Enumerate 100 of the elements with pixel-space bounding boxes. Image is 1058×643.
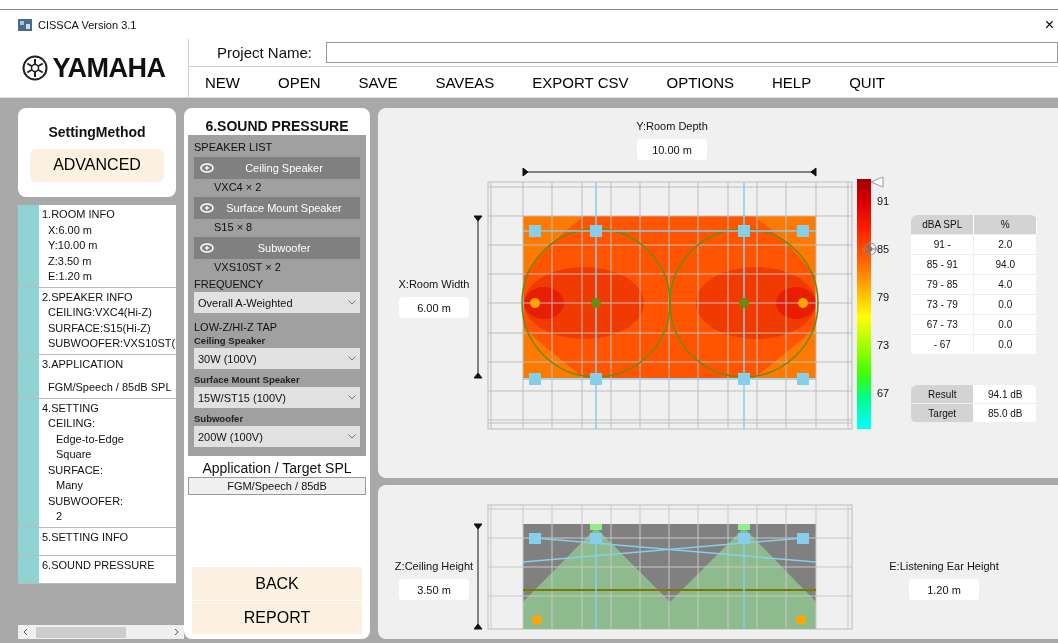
section-label: SPEAKER LIST [194,141,274,153]
speaker-marker[interactable] [738,225,750,237]
step-detail: Y:10.00 m [47,238,99,253]
dimension-field[interactable]: 1.20 m [909,579,979,600]
scrollbar-thumb[interactable] [36,626,126,638]
center-dot [591,298,601,308]
scroll-right-icon[interactable] [172,628,180,636]
subwoofer-dot[interactable] [530,298,540,308]
speaker-marker[interactable] [529,225,541,237]
scale-tick-label: 73 [877,338,890,353]
speaker-marker[interactable] [738,373,750,385]
ceiling-speaker-marker[interactable] [738,524,750,530]
step-detail: FGM/Speech / 85dB SPL [47,380,172,395]
table-cell: 85.0 dB [974,404,1038,422]
speaker-count: VXS10ST × 2 [213,261,282,273]
tap-dropdown[interactable]: 30W (100V) [194,348,360,369]
menu-item[interactable]: HELP [764,71,820,93]
menu-item[interactable]: EXPORT CSV [524,71,637,93]
speaker-marker[interactable] [590,225,602,237]
scale-tick-label: 79 [877,290,890,305]
speaker-marker[interactable] [590,373,602,385]
tap-label: Subwoofer [194,413,245,424]
dimension-label: Y:Room Depth [636,120,708,132]
speaker-marker[interactable] [529,373,541,385]
step-detail: Z:3.50 m [47,253,93,269]
speaker-marker[interactable] [797,373,809,385]
menu-item[interactable]: OPEN [270,71,329,93]
scale-tick-label: 67 [877,386,890,401]
action-button[interactable]: REPORT [192,601,362,634]
frequency-dropdown[interactable]: Overall A-Weighted [194,292,360,313]
step-detail: SUBWOOFER:VXS10ST( [47,336,176,351]
step-detail: 2 [55,509,64,524]
step-detail: Many [55,478,84,493]
tap-dropdown[interactable]: 15W/ST15 (100V) [194,387,360,408]
speaker-marker[interactable] [529,533,541,544]
speaker-toggle[interactable]: Surface Mount Speaker [194,197,360,219]
eye-icon [200,243,214,253]
row-header: Target [911,404,975,422]
dimension-field[interactable]: 6.00 m [399,297,469,318]
brand-logo: YAMAHA [52,52,166,84]
subwoofer-dot[interactable] [796,615,806,625]
dimension-label: X:Room Width [398,278,470,290]
menu-item[interactable]: NEW [197,71,248,93]
setting-method-button[interactable]: ADVANCED [30,148,164,182]
chevron-down-icon [348,434,356,439]
step-title[interactable]: 5.SETTING INFO [42,529,129,545]
window-title: CISSCA Version 3.1 [38,18,137,31]
eye-icon [200,163,214,173]
row-header: Result [911,385,975,403]
step-title[interactable]: 3.APPLICATION [42,356,172,372]
step-detail: SUBWOOFER: [47,493,124,509]
step-detail: SURFACE: [47,462,104,478]
menu-item[interactable]: SAVE [350,71,406,93]
panel-title: 6.SOUND PRESSURE [205,118,349,134]
crosshair-icon[interactable] [862,241,878,257]
subwoofer-dot[interactable] [532,615,542,625]
section-label: FREQUENCY [194,278,265,290]
speaker-marker[interactable] [738,533,750,544]
app-icon [18,18,32,31]
speaker-marker[interactable] [590,533,602,544]
step-title[interactable]: 1.ROOM INFO [42,207,115,223]
step-detail: Square [55,447,93,462]
step-detail: SURFACE:S15(Hi-Z) [47,320,152,336]
step-detail: Edge-to-Edge [55,431,124,447]
scroll-left-icon[interactable] [22,628,30,636]
menu-item[interactable]: SAVEAS [427,71,503,93]
setting-method-title: SettingMethod [48,123,146,140]
ceiling-speaker-marker[interactable] [590,524,602,530]
triangle-marker-icon[interactable] [870,176,884,188]
chevron-down-icon [348,356,356,361]
close-button[interactable]: × [1040,15,1058,34]
step-marker [18,555,39,583]
speaker-toggle[interactable]: Subwoofer [194,237,360,259]
column-header: dBA SPL [911,215,975,234]
step-title[interactable]: 2.SPEAKER INFO [42,289,176,305]
dimension-field[interactable]: 10.00 m [637,139,707,160]
speaker-marker[interactable] [797,533,809,544]
menu-item[interactable]: OPTIONS [658,71,742,93]
dimension-field[interactable]: 3.50 m [399,579,469,600]
table-cell: 94.1 dB [974,385,1038,403]
application-label: Application / Target SPL [202,460,352,476]
menu-item[interactable]: QUIT [841,71,894,93]
project-name-field[interactable] [326,42,1058,63]
action-button[interactable]: BACK [192,567,362,600]
speaker-marker[interactable] [797,225,809,237]
center-dot [739,298,749,308]
chevron-down-icon [348,300,356,305]
step-detail: E:1.20 m [47,269,94,284]
step-title[interactable]: 4.SETTING [42,400,124,416]
dimension-label: E:Listening Ear Height [889,560,999,572]
horizontal-scrollbar[interactable] [18,625,184,639]
tap-dropdown[interactable]: 200W (100V) [194,426,360,447]
speaker-toggle[interactable]: Ceiling Speaker [194,157,360,179]
subwoofer-dot[interactable] [798,298,808,308]
step-title[interactable]: 6.SOUND PRESSURE [42,557,155,573]
scale-tick-label: 85 [877,242,890,257]
scale-tick-label: 91 [877,194,890,209]
step-detail: CEILING:VXC4(Hi-Z) [47,305,153,320]
dimension-label: Z:Ceiling Height [394,560,474,572]
step-detail: X:6.00 m [47,222,94,238]
